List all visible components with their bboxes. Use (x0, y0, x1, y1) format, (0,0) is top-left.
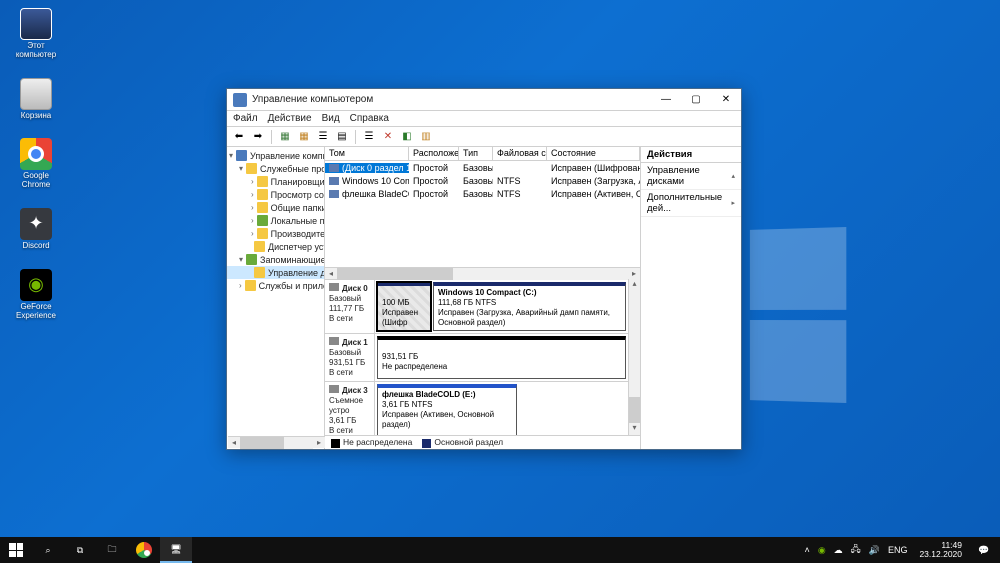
col-fs[interactable]: Файловая система (493, 147, 547, 160)
menu-view[interactable]: Вид (322, 113, 340, 124)
volume-row[interactable]: Windows 10 Compact (C:) Простой Базовый … (325, 174, 640, 187)
tree-disk-management[interactable]: Управление дисками (227, 266, 324, 279)
app-icon (233, 93, 247, 107)
taskbar: ⌕ ⧉ 🗀 🖥 ˄ ◉ ☁ 🖧 🔊 ENG 11:4923.12.2020 💬 (0, 537, 1000, 563)
toolbar-btn[interactable]: ▦ (277, 129, 293, 145)
list-hscroll[interactable]: ◂▸ (325, 267, 640, 279)
start-button[interactable] (0, 537, 32, 563)
icon-label: Корзина (21, 112, 51, 121)
col-type[interactable]: Тип (459, 147, 493, 160)
actions-pane: Действия Управление дисками▴ Дополнитель… (641, 147, 741, 449)
desktop-icon-geforce[interactable]: ◉ GeForce Experience (8, 269, 64, 321)
minimize-button[interactable]: — (651, 90, 681, 110)
chevron-up-icon: ▴ (731, 172, 735, 180)
taskbar-computer-management[interactable]: 🖥 (160, 537, 192, 563)
nvidia-icon: ◉ (20, 269, 52, 301)
tree-root[interactable]: ▾Управление компьютером (л (227, 149, 324, 162)
tree-node[interactable]: ›Общие папки (227, 201, 324, 214)
legend: Не распределена Основной раздел (325, 435, 640, 449)
toolbar: ⬅ ➡ ▦ ▦ ☰ ▤ ☰ ✕ ◧ ▥ (227, 127, 741, 147)
volume-row[interactable]: (Диск 0 раздел 1) Простой Базовый Исправ… (325, 161, 640, 174)
center-panel: Том Расположение Тип Файловая система Со… (325, 147, 641, 449)
chrome-icon (20, 138, 52, 170)
desktop-icon-recycle-bin[interactable]: Корзина (8, 78, 64, 121)
disk-vscroll[interactable]: ▴▾ (628, 279, 640, 435)
tree-node[interactable]: ›Просмотр событий (227, 188, 324, 201)
tree-node[interactable]: ▾Запоминающие устройс (227, 253, 324, 266)
tree-node[interactable]: ›Локальные пользова (227, 214, 324, 227)
volume-list[interactable]: (Диск 0 раздел 1) Простой Базовый Исправ… (325, 161, 640, 201)
pc-icon (20, 8, 52, 40)
desktop-icon-discord[interactable]: ✦ Discord (8, 208, 64, 251)
partition-e[interactable]: флешка BladeCOLD (E:)3,61 ГБ NTFSИсправе… (377, 384, 517, 435)
tree-node[interactable]: ▾Служебные программы (227, 162, 324, 175)
search-button[interactable]: ⌕ (32, 537, 64, 563)
disk-row-3[interactable]: Диск 3Съемное устро3,61 ГБВ сети флешка … (325, 382, 628, 435)
toolbar-btn[interactable]: ◧ (399, 129, 415, 145)
actions-disk-management[interactable]: Управление дисками▴ (641, 163, 741, 190)
desktop-icon-this-pc[interactable]: Этот компьютер (8, 8, 64, 60)
tray-chevron-icon[interactable]: ˄ (805, 545, 810, 555)
desktop-icon-chrome[interactable]: Google Chrome (8, 138, 64, 190)
actions-more[interactable]: Дополнительные дей...▸ (641, 190, 741, 217)
toolbar-btn[interactable]: ▦ (296, 129, 312, 145)
disk-info: Диск 3Съемное устро3,61 ГБВ сети (325, 382, 375, 435)
partition-c[interactable]: Windows 10 Compact (C:)111,68 ГБ NTFSИсп… (433, 282, 626, 331)
titlebar[interactable]: Управление компьютером — ▢ ✕ (227, 89, 741, 111)
icon-label: GeForce Experience (8, 303, 64, 321)
menu-action[interactable]: Действие (268, 113, 312, 124)
computer-management-window: Управление компьютером — ▢ ✕ Файл Действ… (226, 88, 742, 450)
toolbar-btn[interactable]: ☰ (361, 129, 377, 145)
toolbar-btn[interactable]: ☰ (315, 129, 331, 145)
menubar: Файл Действие Вид Справка (227, 111, 741, 127)
tree-node[interactable]: ›Службы и приложения (227, 279, 324, 292)
discord-icon: ✦ (20, 208, 52, 240)
partition-unallocated[interactable]: 931,51 ГБНе распределена (377, 336, 626, 379)
tray-language[interactable]: ENG (888, 545, 908, 555)
tree-node[interactable]: Диспетчер устройст (227, 240, 324, 253)
icon-label: Discord (22, 242, 49, 251)
volume-row[interactable]: флешка BladeCOLD (E:) Простой Базовый NT… (325, 187, 640, 200)
disk-graphical-view[interactable]: Диск 0Базовый111,77 ГБВ сети 100 МБИспра… (325, 279, 628, 435)
tray-onedrive-icon[interactable]: ☁ (834, 545, 843, 556)
bin-icon (20, 78, 52, 110)
col-layout[interactable]: Расположение (409, 147, 459, 160)
forward-button[interactable]: ➡ (250, 129, 266, 145)
navigation-tree[interactable]: ▾Управление компьютером (л ▾Служебные пр… (227, 147, 325, 449)
system-tray[interactable]: ˄ ◉ ☁ 🖧 🔊 ENG (805, 542, 914, 558)
menu-help[interactable]: Справка (350, 113, 389, 124)
partition-efi[interactable]: 100 МБИсправен (Шифр (377, 282, 431, 331)
back-button[interactable]: ⬅ (231, 129, 247, 145)
chevron-right-icon: ▸ (731, 199, 735, 207)
tray-network-icon[interactable]: 🖧 (851, 542, 861, 558)
taskbar-explorer[interactable]: 🗀 (96, 537, 128, 563)
col-volume[interactable]: Том (325, 147, 409, 160)
toolbar-btn[interactable]: ▥ (418, 129, 434, 145)
desktop-icons: Этот компьютер Корзина Google Chrome ✦ Di… (8, 8, 64, 320)
tray-volume-icon[interactable]: 🔊 (869, 545, 880, 556)
disk-row-1[interactable]: Диск 1Базовый931,51 ГБВ сети 931,51 ГБНе… (325, 334, 628, 382)
menu-file[interactable]: Файл (233, 113, 258, 124)
task-view-button[interactable]: ⧉ (64, 537, 96, 563)
disk-info: Диск 0Базовый111,77 ГБВ сети (325, 280, 375, 333)
toolbar-btn[interactable]: ▤ (334, 129, 350, 145)
tree-hscroll[interactable]: ◂▸ (228, 436, 325, 448)
notifications-button[interactable]: 💬 (968, 537, 1000, 563)
close-button[interactable]: ✕ (711, 90, 741, 110)
actions-header: Действия (641, 147, 741, 163)
tree-node[interactable]: ›Планировщик задани (227, 175, 324, 188)
taskbar-clock[interactable]: 11:4923.12.2020 (913, 541, 968, 560)
disk-row-0[interactable]: Диск 0Базовый111,77 ГБВ сети 100 МБИспра… (325, 280, 628, 334)
volume-list-header[interactable]: Том Расположение Тип Файловая система Со… (325, 147, 640, 161)
tray-nvidia-icon[interactable]: ◉ (818, 545, 826, 556)
maximize-button[interactable]: ▢ (681, 90, 711, 110)
icon-label: Этот компьютер (8, 42, 64, 60)
taskbar-chrome[interactable] (128, 537, 160, 563)
icon-label: Google Chrome (8, 172, 64, 190)
disk-info: Диск 1Базовый931,51 ГБВ сети (325, 334, 375, 381)
col-status[interactable]: Состояние (547, 147, 640, 160)
window-title: Управление компьютером (252, 94, 651, 105)
tree-node[interactable]: ›Производительность (227, 227, 324, 240)
toolbar-btn[interactable]: ✕ (380, 129, 396, 145)
